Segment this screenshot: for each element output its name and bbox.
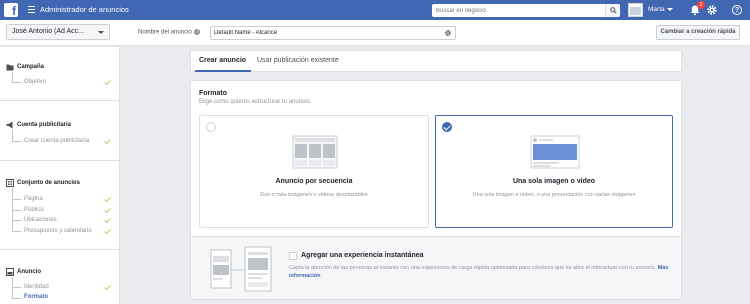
user-name[interactable]: Marta	[648, 6, 665, 13]
tab-usar-publicacion[interactable]: Usar publicación existente	[257, 57, 339, 64]
active-tab-indicator	[195, 70, 251, 72]
info-icon[interactable]: i	[194, 29, 201, 35]
sidebar-item-publico[interactable]: Público	[24, 207, 44, 213]
account-name: José Antonio (Ad Acc...	[12, 28, 84, 35]
single-image-icon	[530, 135, 580, 169]
format-option-carousel[interactable]: Anuncio por secuencia Dos o más imágenes…	[199, 115, 429, 228]
notification-badge: 2	[697, 1, 705, 9]
grid-icon	[6, 179, 14, 187]
megaphone-icon	[6, 121, 13, 129]
instant-experience-description: Capta la atención de las personas al ins…	[289, 265, 669, 279]
tree-branch	[12, 82, 21, 83]
format-option-single-image[interactable]: Una sola imagen o vídeo Una sola imagen …	[435, 115, 673, 228]
tree-branch	[12, 231, 21, 232]
option-title: Una sola imagen o vídeo	[512, 178, 596, 185]
ad-preview-icon	[6, 268, 14, 276]
ad-name-input[interactable]	[211, 27, 436, 39]
tab-crear-anuncio[interactable]: Crear anuncio	[199, 57, 246, 64]
sidebar-item-crear-cuenta[interactable]: Crear cuenta publicitaria	[24, 138, 89, 144]
instant-experience-checkbox[interactable]	[289, 252, 297, 260]
business-avatar[interactable]	[628, 3, 643, 17]
sidebar-section-campaign[interactable]: Campaña	[6, 63, 44, 71]
ad-creation-tabs: Crear anuncio Usar publicación existente	[190, 50, 682, 72]
search-button[interactable]	[605, 4, 620, 17]
sidebar-section-ad[interactable]: Anuncio	[6, 268, 41, 276]
checkmark-icon	[104, 197, 111, 202]
gear-icon[interactable]	[706, 4, 718, 16]
sidebar-section-adset[interactable]: Conjunto de anuncios	[6, 179, 80, 187]
checkmark-icon	[104, 229, 111, 234]
search-box	[432, 4, 620, 17]
radio-button[interactable]	[206, 122, 216, 132]
gear-icon[interactable]	[444, 29, 452, 37]
folder-icon	[6, 64, 14, 71]
chevron-down-icon[interactable]	[667, 8, 673, 11]
checkmark-icon	[104, 218, 111, 223]
facebook-logo[interactable]: f	[4, 3, 18, 17]
divider	[0, 249, 120, 250]
chevron-down-icon	[98, 31, 104, 34]
search-icon	[609, 7, 617, 14]
format-subtitle: Elige cómo quieres estructurar tu anunci…	[199, 99, 312, 105]
carousel-icon	[292, 135, 338, 169]
tree-branch	[12, 220, 21, 221]
sidebar-section-ad-account[interactable]: Cuenta publicitaria	[6, 121, 71, 129]
option-description: Una sola imagen o vídeo, o una presentac…	[472, 192, 636, 198]
ad-name-field	[210, 26, 456, 40]
quick-create-button[interactable]: Cambiar a creación rápida	[656, 25, 740, 40]
top-navigation-bar: f Administrador de anuncios Marta 2 ?	[0, 0, 750, 20]
creation-sidebar: Campaña Objetivo Cuenta publicitaria Cre…	[0, 47, 120, 304]
sidebar-item-identidad[interactable]: Identidad	[24, 284, 49, 290]
divider	[0, 100, 120, 101]
option-description: Dos o más imágenes o vídeos desplazables	[260, 192, 368, 198]
sidebar-item-ubicaciones[interactable]: Ubicaciones	[24, 217, 57, 223]
tree-branch	[12, 141, 21, 142]
ad-name-label: Nombre del anuncio i	[138, 29, 201, 36]
ad-editor-header: José Antonio (Ad Acc... Nombre del anunc…	[0, 20, 750, 46]
menu-icon[interactable]	[28, 6, 35, 13]
instant-experience-section: Agregar una experiencia instantánea Capt…	[191, 236, 681, 299]
sidebar-item-objetivo[interactable]: Objetivo	[24, 79, 46, 85]
tree-line	[12, 130, 21, 141]
checkmark-icon	[104, 80, 111, 85]
option-title: Anuncio por secuencia	[275, 178, 353, 185]
divider	[0, 160, 120, 161]
format-panel: Formato Elige cómo quieres estructurar t…	[190, 80, 682, 300]
tree-line	[12, 72, 21, 82]
sidebar-item-formato[interactable]: Formato	[24, 294, 48, 300]
format-title: Formato	[199, 90, 227, 97]
sidebar-item-presupuesto[interactable]: Presupuesto y calendario	[24, 228, 92, 234]
tree-branch	[12, 210, 21, 211]
checkmark-icon	[104, 208, 111, 213]
tree-branch	[12, 298, 21, 299]
instant-experience-title: Agregar una experiencia instantánea	[301, 252, 424, 259]
checkmark-icon	[104, 285, 111, 290]
radio-button-checked[interactable]	[442, 122, 452, 132]
help-icon[interactable]: ?	[732, 5, 742, 15]
account-selector[interactable]: José Antonio (Ad Acc...	[6, 24, 110, 40]
tree-branch	[12, 287, 21, 288]
checkmark-icon	[104, 139, 111, 144]
search-input[interactable]	[432, 4, 602, 17]
sidebar-item-pagina[interactable]: Página	[24, 196, 43, 202]
app-title: Administrador de anuncios	[40, 5, 129, 14]
instant-experience-illustration	[210, 246, 272, 292]
tree-branch	[12, 199, 21, 200]
